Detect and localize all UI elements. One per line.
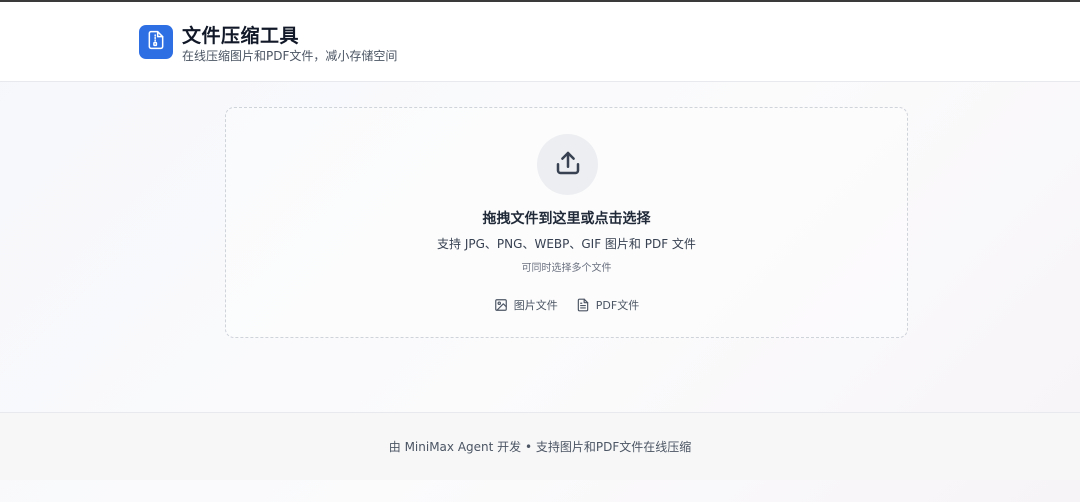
- app-subtitle: 在线压缩图片和PDF文件，减小存储空间: [182, 49, 398, 63]
- app-logo: [139, 25, 173, 59]
- footer-text: 由 MiniMax Agent 开发 • 支持图片和PDF文件在线压缩: [388, 440, 692, 454]
- file-type-label: PDF文件: [595, 299, 640, 312]
- upload-icon: [553, 148, 583, 182]
- upload-icon-circle: [537, 134, 598, 195]
- image-icon: [494, 298, 508, 312]
- dropzone-title: 拖拽文件到这里或点击选择: [482, 211, 651, 227]
- file-type-image: 图片文件: [494, 297, 558, 313]
- file-type-list: 图片文件 PDF文件: [226, 297, 907, 313]
- file-archive-icon: [146, 30, 166, 54]
- app-title: 文件压缩工具: [182, 25, 300, 47]
- dropzone-hint: 可同时选择多个文件: [521, 263, 612, 274]
- file-type-label: 图片文件: [513, 299, 558, 312]
- document-icon: [576, 298, 590, 312]
- dropzone-description: 支持 JPG、PNG、WEBP、GIF 图片和 PDF 文件: [437, 237, 696, 251]
- app-footer: 由 MiniMax Agent 开发 • 支持图片和PDF文件在线压缩: [0, 412, 1080, 480]
- file-dropzone[interactable]: 拖拽文件到这里或点击选择 支持 JPG、PNG、WEBP、GIF 图片和 PDF…: [225, 107, 908, 338]
- app-header: 文件压缩工具 在线压缩图片和PDF文件，减小存储空间: [0, 2, 1080, 82]
- file-type-pdf: PDF文件: [576, 297, 639, 313]
